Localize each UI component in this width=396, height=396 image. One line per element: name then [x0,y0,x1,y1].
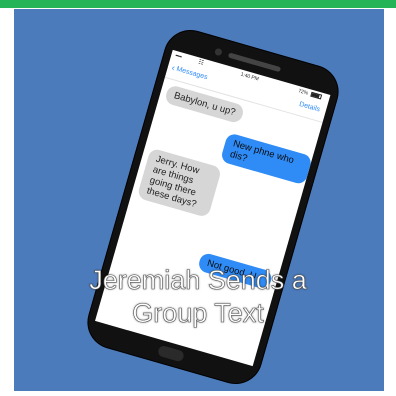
thumbnail-image: ••••• ☷ 1:40 PM 72% ‹ Messages Details B… [14,9,384,391]
battery-icon [310,91,323,100]
camera-icon [214,47,223,57]
message-bubble-incoming: Jerry. How are things going there these … [136,147,223,218]
caption-line-2: Group Text [132,298,264,329]
message-bubble-outgoing: New phne who dis? [219,132,313,186]
back-label: Messages [175,65,209,82]
battery-percent: 72% [297,88,309,97]
signal-icon: ••••• [174,52,183,61]
top-accent-bar [0,0,396,8]
phone-illustration: ••••• ☷ 1:40 PM 72% ‹ Messages Details B… [82,24,344,390]
thumbnail-caption: Jeremiah Sends a Group Text [0,264,396,330]
caption-line-1: Jeremiah Sends a [89,265,307,296]
thumbnail-frame: ••••• ☷ 1:40 PM 72% ‹ Messages Details B… [0,0,396,396]
wifi-icon: ☷ [197,59,205,67]
details-button[interactable]: Details [298,101,321,114]
home-button [156,344,185,363]
